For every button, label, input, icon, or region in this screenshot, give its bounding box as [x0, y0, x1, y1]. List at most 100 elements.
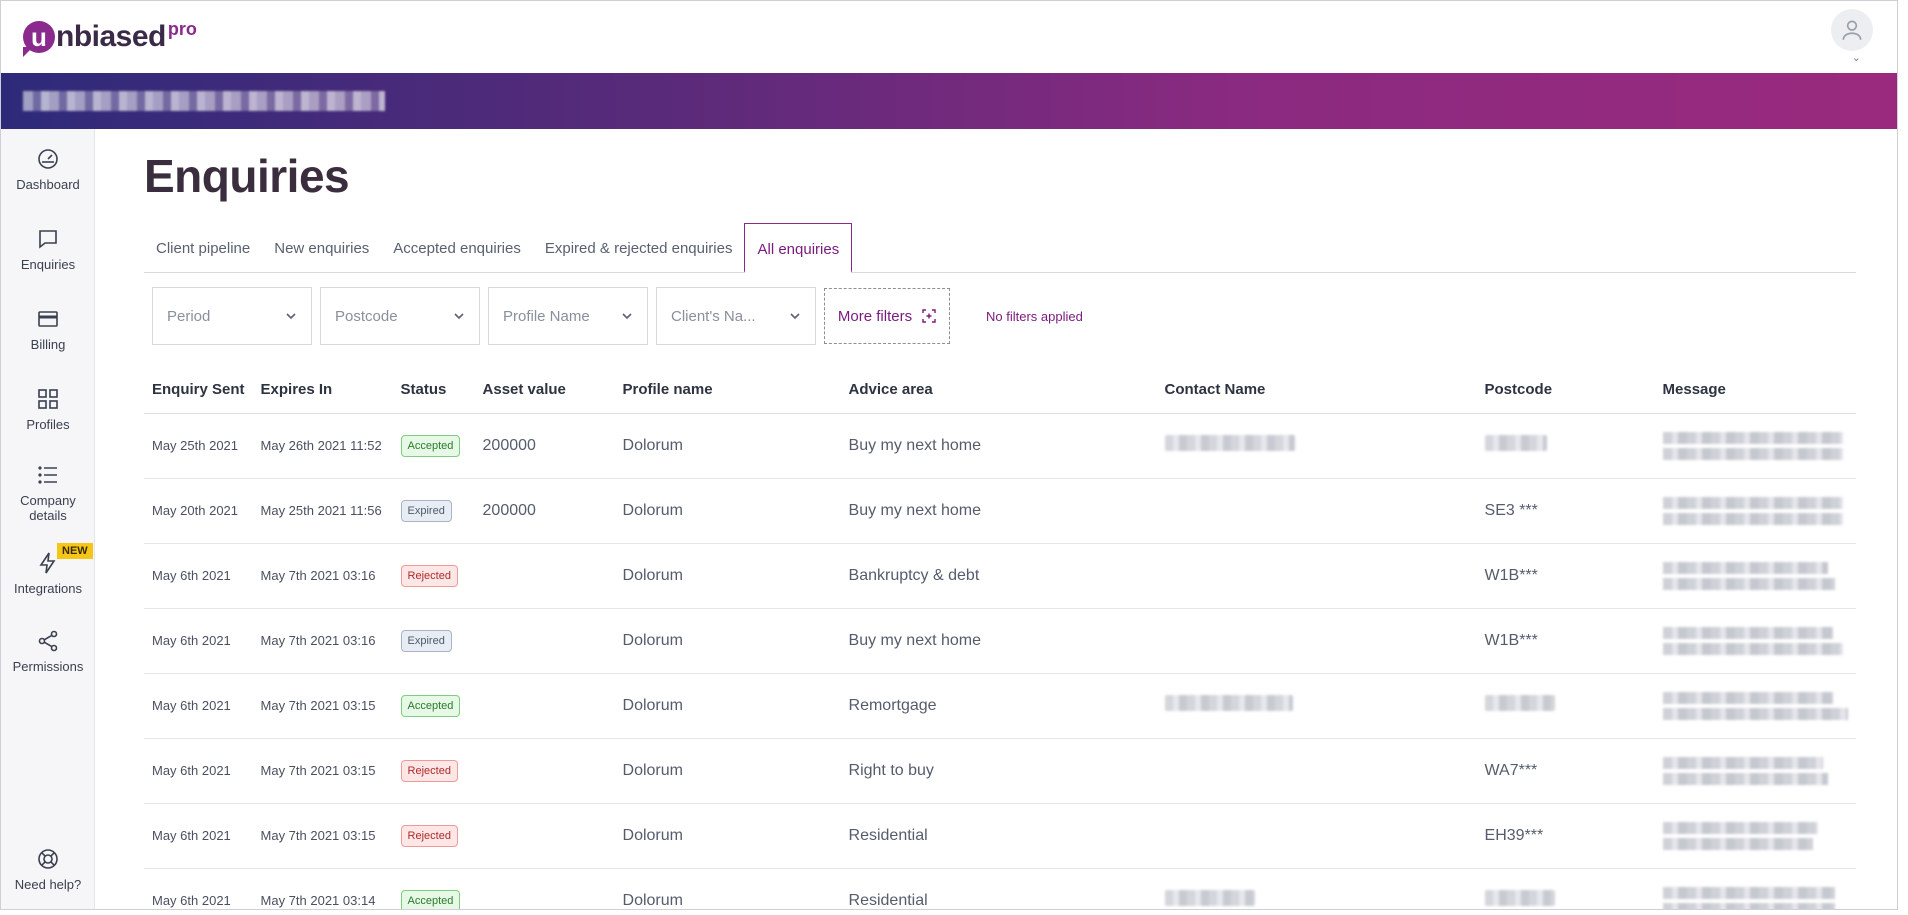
postcode-cell: W1B***: [1476, 608, 1655, 674]
profile-name-cell: Dolorum: [614, 478, 841, 544]
chevron-down-icon[interactable]: ⌄: [1852, 51, 1861, 64]
tab-all-enquiries[interactable]: All enquiries: [744, 223, 853, 273]
select-placeholder: Profile Name: [503, 307, 590, 325]
postcode-cell: [1476, 413, 1655, 479]
redacted-message-line: [1662, 626, 1833, 639]
filter-bar: Period Postcode Profile Name Client's Na…: [152, 287, 1083, 345]
advice-area-cell: Buy my next home: [840, 413, 1157, 479]
dashboard-gauge-icon: [38, 149, 58, 169]
grid-icon: [38, 389, 58, 409]
advice-area-cell: Buy my next home: [840, 478, 1157, 544]
column-header-advice-area[interactable]: Advice area: [840, 367, 1157, 414]
sidebar-item-company-details[interactable]: Company details: [1, 463, 95, 523]
share-icon: [38, 630, 58, 652]
filter-status-text: No filters applied: [986, 308, 1083, 324]
status-cell: Expired: [392, 478, 475, 544]
asset-value-cell: 200000: [474, 413, 615, 479]
table-row[interactable]: May 6th 2021 May 7th 2021 03:15 Accepted…: [144, 673, 1856, 739]
redacted-message-line: [1662, 447, 1843, 460]
profile-name-cell: Dolorum: [614, 868, 841, 909]
message-cell: [1654, 413, 1856, 479]
redacted-message-line: [1662, 431, 1843, 444]
asset-value-cell: [474, 803, 615, 869]
app-window: u nbiased pro ⌄ Dashboard Enquiries Bill…: [0, 0, 1898, 910]
message-cell: [1654, 543, 1856, 609]
message-cell: [1654, 868, 1856, 909]
status-badge: Accepted: [400, 889, 461, 909]
status-cell: Expired: [392, 608, 475, 674]
sidebar-item-permissions[interactable]: Permissions: [1, 629, 95, 674]
sidebar-item-label: Dashboard: [16, 177, 80, 192]
redacted-message-line: [1662, 512, 1843, 525]
table-row[interactable]: May 25th 2021 May 26th 2021 11:52 Accept…: [144, 413, 1856, 479]
chevron-down-icon: [622, 313, 632, 320]
tab-client-pipeline[interactable]: Client pipeline: [144, 223, 262, 273]
profile-name-select[interactable]: Profile Name: [488, 287, 648, 345]
table-row[interactable]: May 6th 2021 May 7th 2021 03:16 Rejected…: [144, 543, 1856, 609]
client-name-select[interactable]: Client's Na...: [656, 287, 816, 345]
contact-name-cell: [1156, 478, 1477, 544]
table-row[interactable]: May 6th 2021 May 7th 2021 03:16 Expired …: [144, 608, 1856, 674]
redacted-message-line: [1662, 707, 1848, 720]
advice-area-cell: Bankruptcy & debt: [840, 543, 1157, 609]
select-placeholder: Period: [167, 307, 211, 325]
tab-accepted-enquiries[interactable]: Accepted enquiries: [381, 223, 533, 273]
column-header-postcode[interactable]: Postcode: [1476, 367, 1655, 414]
sidebar-item-label: Enquiries: [20, 257, 76, 272]
more-filters-button[interactable]: More filters: [824, 288, 950, 344]
column-header-status[interactable]: Status: [392, 367, 475, 414]
profile-name-cell: Dolorum: [614, 543, 841, 609]
postcode-select[interactable]: Postcode: [320, 287, 480, 345]
enquiry-sent-cell: May 6th 2021: [144, 543, 253, 609]
main-content: Enquiries Client pipeline New enquiries …: [96, 129, 1897, 909]
page-title: Enquiries: [144, 150, 350, 202]
table-header-row: Enquiry Sent Expires In Status Asset val…: [144, 367, 1856, 414]
tab-new-enquiries[interactable]: New enquiries: [262, 223, 381, 273]
postcode-cell: [1476, 868, 1655, 909]
redacted-message-line: [1662, 691, 1833, 704]
redacted-message-line: [1662, 496, 1843, 509]
status-badge: Expired: [400, 499, 452, 522]
redacted-message-line: [1662, 577, 1835, 590]
sidebar-item-billing[interactable]: Billing: [1, 307, 95, 352]
table-row[interactable]: May 6th 2021 May 7th 2021 03:14 Accepted…: [144, 868, 1856, 909]
redacted-message-line: [1662, 902, 1835, 909]
column-header-asset-value[interactable]: Asset value: [474, 367, 615, 414]
sidebar-item-label: Billing: [30, 337, 66, 352]
status-cell: Rejected: [392, 738, 475, 804]
column-header-expires-in[interactable]: Expires In: [252, 367, 393, 414]
asset-value-cell: [474, 608, 615, 674]
advice-area-cell: Buy my next home: [840, 608, 1157, 674]
user-icon: [1842, 20, 1862, 40]
contact-name-cell: [1156, 413, 1477, 479]
tab-expired-rejected-enquiries[interactable]: Expired & rejected enquiries: [533, 223, 745, 273]
unbiased-pro-logo[interactable]: u nbiased pro: [23, 17, 197, 57]
profile-name-cell: Dolorum: [614, 413, 841, 479]
redacted-contact-name: [1164, 695, 1293, 711]
column-header-enquiry-sent[interactable]: Enquiry Sent: [144, 367, 253, 414]
expires-in-cell: May 7th 2021 03:16: [252, 608, 393, 674]
more-filters-label: More filters: [837, 307, 913, 325]
sidebar-item-dashboard[interactable]: Dashboard: [1, 147, 95, 192]
table-row[interactable]: May 20th 2021 May 25th 2021 11:56 Expire…: [144, 478, 1856, 544]
user-avatar[interactable]: [1831, 9, 1873, 51]
postcode-value: W1B***: [1484, 631, 1538, 649]
sidebar-item-label: Permissions: [12, 659, 84, 674]
redacted-message-line: [1662, 756, 1823, 769]
sidebar-item-enquiries[interactable]: Enquiries: [1, 227, 95, 272]
column-header-profile-name[interactable]: Profile name: [614, 367, 841, 414]
column-header-contact-name[interactable]: Contact Name: [1156, 367, 1477, 414]
redacted-postcode: [1484, 695, 1555, 711]
period-select[interactable]: Period: [152, 287, 312, 345]
sidebar-item-profiles[interactable]: Profiles: [1, 387, 95, 432]
sidebar-item-need-help[interactable]: Need help?: [1, 847, 95, 892]
sidebar-item-integrations[interactable]: NEW Integrations: [1, 543, 95, 596]
redacted-message-line: [1662, 886, 1835, 899]
table-row[interactable]: May 6th 2021 May 7th 2021 03:15 Rejected…: [144, 738, 1856, 804]
column-header-message[interactable]: Message: [1654, 367, 1856, 414]
status-badge: Rejected: [400, 824, 458, 847]
profile-name-cell: Dolorum: [614, 803, 841, 869]
postcode-value: W1B***: [1484, 566, 1538, 584]
chevron-down-icon: [454, 313, 464, 320]
table-row[interactable]: May 6th 2021 May 7th 2021 03:15 Rejected…: [144, 803, 1856, 869]
